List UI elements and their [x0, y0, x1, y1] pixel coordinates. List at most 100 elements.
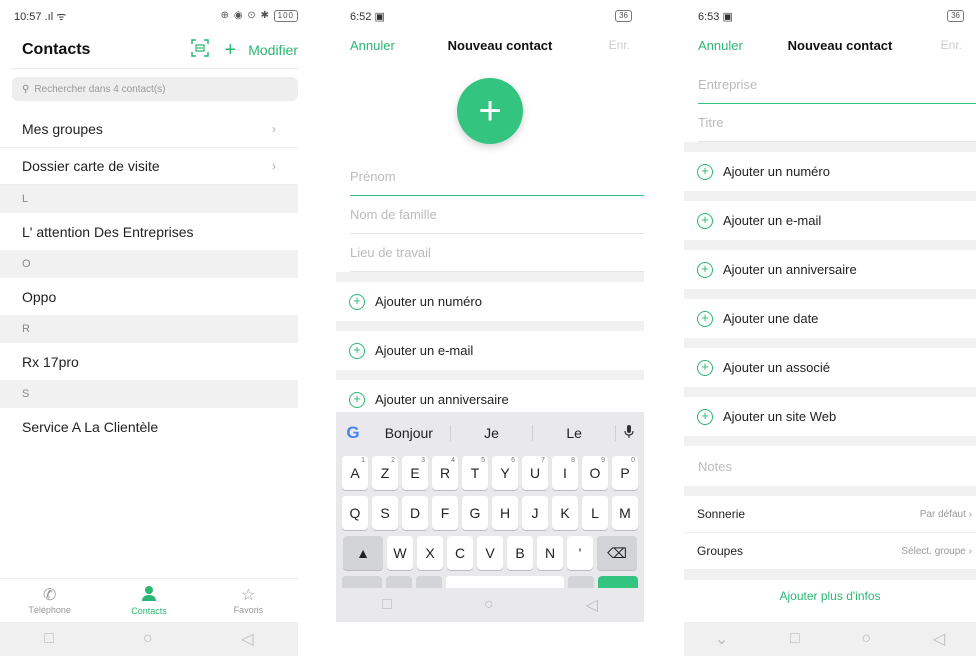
recents-icon[interactable]: □ [382, 596, 392, 614]
key[interactable]: A1 [342, 456, 368, 490]
status-time: 10:57 [14, 10, 42, 23]
key-letter: T [470, 465, 480, 481]
back-icon[interactable]: ◁ [241, 629, 253, 649]
contact-item[interactable]: Service A La Clientèle [0, 408, 298, 445]
key[interactable]: E3 [402, 456, 428, 490]
scan-card-icon[interactable] [190, 39, 209, 61]
section-header: O [0, 250, 298, 278]
key[interactable]: C [447, 536, 473, 570]
page-title: Nouveau contact [787, 37, 893, 53]
key[interactable]: M [612, 496, 638, 530]
key-hint: 4 [451, 457, 455, 464]
home-icon[interactable]: ○ [484, 596, 494, 614]
key[interactable]: B [507, 536, 533, 570]
modify-button[interactable]: Modifier [248, 42, 298, 58]
key-letter: O [589, 465, 601, 481]
recents-icon[interactable]: □ [790, 630, 800, 648]
add-birthday-button[interactable]: + Ajouter un anniversaire [684, 250, 976, 289]
key[interactable]: Y6 [492, 456, 518, 490]
key[interactable]: F [432, 496, 458, 530]
key[interactable]: P0 [612, 456, 638, 490]
save-button[interactable]: Enr. [912, 38, 962, 52]
new-contact-header: Annuler Nouveau contact Enr. [684, 32, 976, 58]
microphone-icon[interactable] [616, 424, 642, 442]
key[interactable]: U7 [522, 456, 548, 490]
key[interactable]: J [522, 496, 548, 530]
plus-circle-icon: + [697, 310, 713, 327]
add-website-button[interactable]: + Ajouter un site Web [684, 397, 976, 436]
key[interactable]: O9 [582, 456, 608, 490]
suggestion-word[interactable]: Le [533, 425, 617, 441]
add-number-button[interactable]: + Ajouter un numéro [336, 282, 644, 321]
chevron-down-icon[interactable]: ⌄ [715, 629, 728, 649]
recents-icon[interactable]: □ [44, 630, 54, 648]
key[interactable]: X [417, 536, 443, 570]
add-date-button[interactable]: + Ajouter une date [684, 299, 976, 338]
groups-setting[interactable]: Groupes Sélect. groupe › [684, 533, 976, 570]
key-hint: 7 [541, 457, 545, 464]
key[interactable]: N [537, 536, 563, 570]
search-input[interactable]: ⚲ Rechercher dans 4 contact(s) [12, 77, 298, 101]
section-gap [684, 142, 976, 152]
last-name-field[interactable]: Nom de famille [350, 196, 644, 234]
key[interactable]: W [387, 536, 413, 570]
workplace-field[interactable]: Lieu de travail [350, 234, 644, 272]
key[interactable]: ' [567, 536, 593, 570]
add-email-button[interactable]: + Ajouter un e-mail [684, 201, 976, 240]
cancel-button[interactable]: Annuler [698, 38, 768, 53]
home-icon[interactable]: ○ [861, 630, 871, 648]
suggestion-word[interactable]: Je [451, 425, 534, 441]
shift-key[interactable]: ▲ [343, 536, 383, 570]
page-title: Contacts [22, 41, 91, 58]
job-title-field[interactable]: Titre [698, 104, 976, 142]
add-row-label: Ajouter un numéro [375, 294, 482, 309]
tab-contacts[interactable]: Contacts [99, 579, 198, 622]
ringtone-setting[interactable]: Sonnerie Par défaut › [684, 496, 976, 533]
key[interactable]: Q [342, 496, 368, 530]
key[interactable]: T5 [462, 456, 488, 490]
key[interactable]: Z2 [372, 456, 398, 490]
home-icon[interactable]: ○ [143, 630, 153, 648]
add-more-info-button[interactable]: Ajouter plus d'infos [684, 580, 976, 612]
key[interactable]: L [582, 496, 608, 530]
add-number-button[interactable]: + Ajouter un numéro [684, 152, 976, 191]
back-icon[interactable]: ◁ [586, 595, 598, 615]
key[interactable]: I8 [552, 456, 578, 490]
section-gap [684, 240, 976, 250]
add-photo-button[interactable]: + [457, 78, 523, 144]
key-letter: P [620, 465, 630, 481]
contact-item[interactable]: Rx 17pro [0, 343, 298, 380]
section-header: S [0, 380, 298, 408]
first-name-field[interactable]: Prénom [350, 158, 644, 196]
add-contact-icon[interactable]: + [225, 40, 237, 60]
key[interactable]: R4 [432, 456, 458, 490]
tab-phone[interactable]: ✆ Téléphone [0, 579, 99, 622]
menu-item-business-cards[interactable]: Dossier carte de visite › [0, 148, 298, 185]
cancel-button[interactable]: Annuler [350, 38, 420, 53]
tab-favorites[interactable]: ☆ Favoris [199, 579, 298, 622]
section-header: L [0, 185, 298, 213]
key[interactable]: K [552, 496, 578, 530]
google-icon[interactable]: G [338, 423, 368, 443]
key-letter: Z [380, 465, 390, 481]
key[interactable]: V [477, 536, 503, 570]
menu-item-groups[interactable]: Mes groupes › [0, 111, 298, 148]
back-icon[interactable]: ◁ [933, 629, 945, 649]
contact-item[interactable]: L' attention Des Entreprises [0, 213, 298, 250]
company-field[interactable]: Entreprise [698, 66, 976, 104]
key-hint: 1 [361, 457, 365, 464]
battery-icon: 36 [615, 10, 632, 22]
key[interactable]: S [372, 496, 398, 530]
contact-item[interactable]: Oppo [0, 278, 298, 315]
backspace-key[interactable]: ⌫ [597, 536, 637, 570]
notes-field[interactable]: Notes [698, 446, 976, 486]
chevron-right-icon: › [272, 122, 276, 136]
key[interactable]: D [402, 496, 428, 530]
save-button[interactable]: Enr. [580, 38, 630, 52]
add-associate-button[interactable]: + Ajouter un associé [684, 348, 976, 387]
key[interactable]: H [492, 496, 518, 530]
key[interactable]: G [462, 496, 488, 530]
add-email-button[interactable]: + Ajouter un e-mail [336, 331, 644, 370]
image-notif-icon: ▣ [374, 10, 385, 23]
suggestion-word[interactable]: Bonjour [368, 425, 451, 441]
